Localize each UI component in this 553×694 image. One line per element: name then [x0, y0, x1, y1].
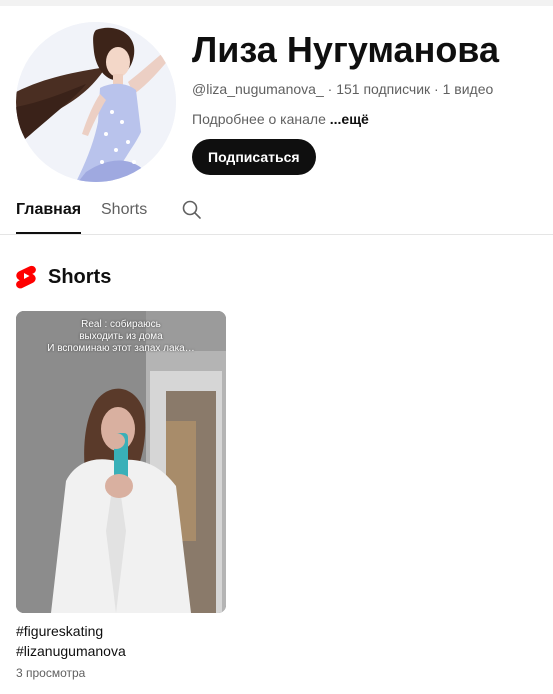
- short-title-line: #lizanugumanova: [16, 643, 126, 659]
- caption-line: И вспоминаю этот запах лака…: [47, 343, 195, 354]
- short-title-line: #figureskating: [16, 623, 104, 639]
- channel-info: Лиза Нугуманова @liza_nugumanova_ · 151 …: [192, 28, 542, 175]
- subscriber-count: 151 подписчик: [336, 81, 431, 97]
- channel-avatar[interactable]: [16, 22, 176, 182]
- caption-line: Real : собираюсь: [81, 319, 161, 330]
- search-icon[interactable]: [180, 198, 204, 222]
- short-card[interactable]: Real : собираюсь выходить из дома И вспо…: [16, 311, 226, 681]
- subscribe-button[interactable]: Подписаться: [192, 139, 316, 175]
- channel-tabs: Главная Shorts: [0, 186, 553, 235]
- description-text: Подробнее о канале: [192, 111, 330, 127]
- tab-home[interactable]: Главная: [16, 186, 82, 234]
- shorts-logo-icon: [16, 265, 36, 289]
- short-thumbnail-image: [16, 311, 226, 613]
- avatar-figure-skater-illustration: [16, 22, 176, 182]
- more-link[interactable]: ...ещё: [330, 111, 369, 127]
- video-count: 1 видео: [442, 81, 494, 97]
- channel-name: Лиза Нугуманова: [192, 29, 499, 70]
- short-view-count: 3 просмотра: [16, 666, 86, 680]
- caption-line: выходить из дома: [79, 331, 163, 342]
- tab-shorts[interactable]: Shorts: [101, 186, 147, 232]
- section-title: Shorts: [48, 266, 112, 288]
- channel-handle: @liza_nugumanova_: [192, 81, 324, 97]
- short-thumbnail[interactable]: Real : собираюсь выходить из дома И вспо…: [16, 311, 226, 613]
- shorts-section-header: Shorts: [16, 264, 111, 290]
- meta-separator: ·: [430, 81, 443, 97]
- channel-description[interactable]: Подробнее о канале ...ещё: [192, 109, 542, 129]
- short-title[interactable]: #figureskating #lizanugumanova: [16, 621, 226, 661]
- channel-page: Лиза Нугуманова @liza_nugumanova_ · 151 …: [0, 0, 553, 694]
- top-strip: [0, 0, 553, 6]
- channel-meta: @liza_nugumanova_ · 151 подписчик · 1 ви…: [192, 79, 542, 99]
- thumbnail-caption: Real : собираюсь выходить из дома И вспо…: [16, 319, 226, 355]
- meta-separator: ·: [323, 81, 337, 97]
